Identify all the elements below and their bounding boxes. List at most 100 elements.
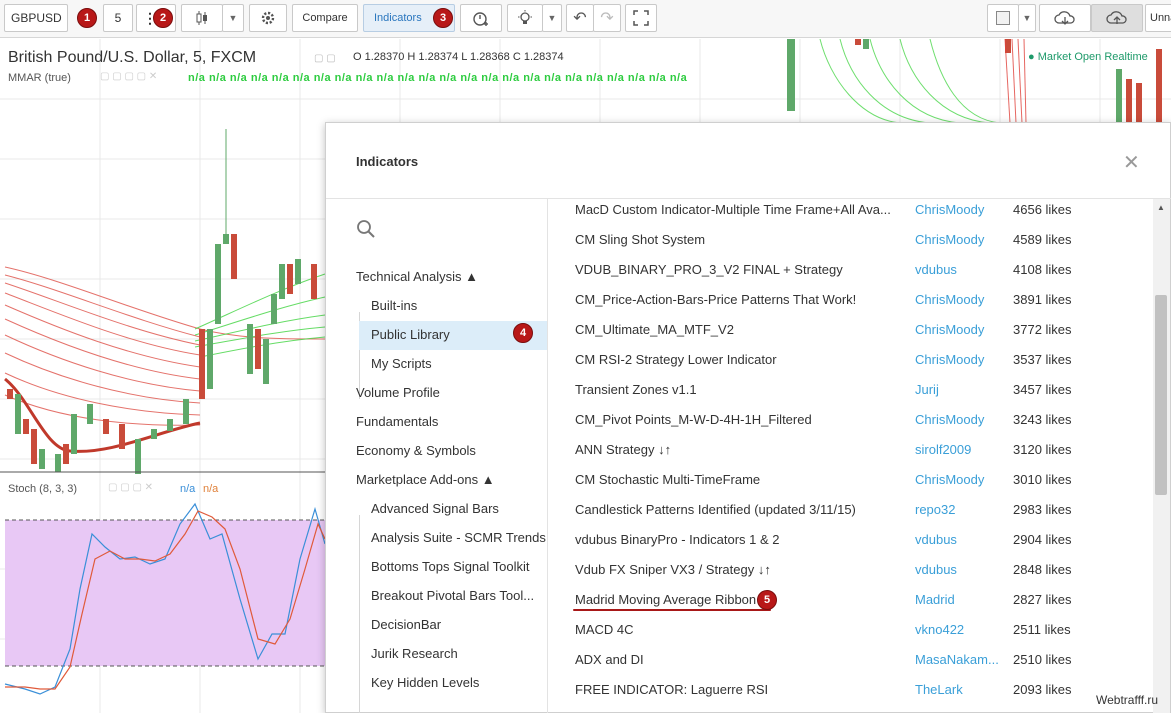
indicator-name[interactable]: MACD 4C bbox=[575, 622, 634, 637]
close-icon[interactable]: ✕ bbox=[1123, 150, 1140, 175]
mmar-controls-icons[interactable]: ▢ ▢ ▢ ▢ ✕ bbox=[100, 71, 157, 82]
list-item[interactable]: ADX and DI MasaNakam... 2510 likes bbox=[549, 649, 1153, 679]
nav-economy-symbols[interactable]: Economy & Symbols bbox=[356, 443, 476, 458]
list-item[interactable]: MacD Custom Indicator-Multiple Time Fram… bbox=[549, 199, 1153, 229]
layout-button[interactable] bbox=[987, 4, 1019, 32]
scrollbar-thumb[interactable] bbox=[1155, 295, 1167, 495]
list-item[interactable]: CM Sling Shot System ChrisMoody 4589 likes bbox=[549, 229, 1153, 259]
symbol-input[interactable]: GBPUSD bbox=[4, 4, 68, 32]
nav-fundamentals[interactable]: Fundamentals bbox=[356, 414, 438, 429]
nav-marketplace-addons[interactable]: Marketplace Add-ons ▲ bbox=[356, 472, 495, 487]
indicator-name[interactable]: CM_Pivot Points_M-W-D-4H-1H_Filtered bbox=[575, 412, 812, 427]
nav-bottoms-tops[interactable]: Bottoms Tops Signal Toolkit bbox=[371, 559, 530, 574]
ideas-dropdown[interactable]: ▼ bbox=[542, 4, 562, 32]
user-menu-button[interactable]: Unna bbox=[1145, 4, 1171, 32]
undo-button[interactable]: ↶ bbox=[566, 4, 594, 32]
list-item[interactable]: MACD 4C vkno422 2511 likes bbox=[549, 619, 1153, 649]
indicator-author[interactable]: ChrisMoody bbox=[915, 292, 984, 307]
indicator-author[interactable]: Madrid bbox=[915, 592, 955, 607]
list-item[interactable]: Vdub FX Sniper VX3 / Strategy ↓↑ vdubus 28… bbox=[549, 559, 1153, 589]
indicator-author[interactable]: ChrisMoody bbox=[915, 232, 984, 247]
stoch-controls-icons[interactable]: ▢ ▢ ▢ ✕ bbox=[108, 482, 153, 493]
fullscreen-button[interactable] bbox=[625, 4, 657, 32]
load-button[interactable] bbox=[1039, 4, 1091, 32]
interval-button[interactable]: 5 bbox=[103, 4, 133, 32]
save-button[interactable] bbox=[1091, 4, 1143, 32]
gear-icon bbox=[261, 11, 275, 25]
list-item[interactable]: CM_Ultimate_MA_MTF_V2 ChrisMoody 3772 like… bbox=[549, 319, 1153, 349]
list-item[interactable]: vdubus BinaryPro - Indicators 1 & 2 vdubu… bbox=[549, 529, 1153, 559]
watermark-text: Webtrafff.ru bbox=[1096, 693, 1159, 707]
indicator-author[interactable]: ChrisMoody bbox=[915, 472, 984, 487]
list-item[interactable]: CM_Price-Action-Bars-Price Patterns That… bbox=[549, 289, 1153, 319]
list-item[interactable]: Transient Zones v1.1 Jurij 3457 likes bbox=[549, 379, 1153, 409]
list-item[interactable]: CM RSI-2 Strategy Lower Indicator ChrisMo… bbox=[549, 349, 1153, 379]
indicator-name[interactable]: MacD Custom Indicator-Multiple Time Fram… bbox=[575, 202, 891, 217]
indicator-author[interactable]: vkno422 bbox=[915, 622, 964, 637]
nav-decisionbar[interactable]: DecisionBar bbox=[371, 617, 441, 632]
indicator-author[interactable]: sirolf2009 bbox=[915, 442, 971, 457]
indicator-author[interactable]: ChrisMoody bbox=[915, 322, 984, 337]
indicator-author[interactable]: repo32 bbox=[915, 502, 955, 517]
indicator-author[interactable]: vdubus bbox=[915, 532, 957, 547]
nav-analysis-suite[interactable]: Analysis Suite - SCMR Trends bbox=[371, 530, 546, 545]
indicator-author[interactable]: ChrisMoody bbox=[915, 412, 984, 427]
nav-built-ins[interactable]: Built-ins bbox=[371, 298, 417, 313]
indicator-name[interactable]: Transient Zones v1.1 bbox=[575, 382, 697, 397]
indicator-name[interactable]: CM Stochastic Multi-TimeFrame bbox=[575, 472, 760, 487]
indicator-author[interactable]: vdubus bbox=[915, 262, 957, 277]
indicator-name[interactable]: Vdub FX Sniper VX3 / Strategy ↓↑ bbox=[575, 562, 771, 577]
list-scrollbar[interactable]: ▲ bbox=[1153, 199, 1170, 713]
indicator-author[interactable]: MasaNakam... bbox=[915, 652, 999, 667]
list-item[interactable]: CM Stochastic Multi-TimeFrame ChrisMoody 3… bbox=[549, 469, 1153, 499]
indicator-name[interactable]: vdubus BinaryPro - Indicators 1 & 2 bbox=[575, 532, 780, 547]
indicator-name[interactable]: CM Sling Shot System bbox=[575, 232, 705, 247]
nav-public-library[interactable]: Public Library bbox=[371, 327, 450, 342]
indicator-author[interactable]: vdubus bbox=[915, 562, 957, 577]
ideas-button[interactable] bbox=[507, 4, 543, 32]
nav-volume-profile[interactable]: Volume Profile bbox=[356, 385, 440, 400]
chart-style-dropdown[interactable]: ▼ bbox=[222, 4, 244, 32]
list-item[interactable]: Candlestick Patterns Identified (updated… bbox=[549, 499, 1153, 529]
nav-advanced-signal-bars[interactable]: Advanced Signal Bars bbox=[371, 501, 499, 516]
alarm-clock-icon bbox=[473, 12, 488, 26]
nav-key-hidden-levels[interactable]: Key Hidden Levels bbox=[371, 675, 479, 690]
list-item[interactable]: CM_Pivot Points_M-W-D-4H-1H_Filtered Chri… bbox=[549, 409, 1153, 439]
indicator-name[interactable]: CM_Price-Action-Bars-Price Patterns That… bbox=[575, 292, 856, 307]
stoch-indicator-label[interactable]: Stoch (8, 3, 3) bbox=[8, 483, 77, 495]
nav-jurik-research[interactable]: Jurik Research bbox=[371, 646, 458, 661]
mmar-indicator-label[interactable]: MMAR (true) bbox=[8, 72, 71, 84]
indicator-author[interactable]: Jurij bbox=[915, 382, 939, 397]
nav-technical-analysis[interactable]: Technical Analysis ▲ bbox=[356, 269, 478, 284]
indicator-name[interactable]: VDUB_BINARY_PRO_3_V2 FINAL + Strategy bbox=[575, 262, 843, 277]
indicator-name[interactable]: FREE INDICATOR: Laguerre RSI bbox=[575, 682, 768, 697]
redo-button[interactable]: ↷ bbox=[593, 4, 621, 32]
indicator-author[interactable]: TheLark bbox=[915, 682, 963, 697]
nav-breakout-pivotal[interactable]: Breakout Pivotal Bars Tool... bbox=[371, 588, 534, 603]
indicator-name[interactable]: CM RSI-2 Strategy Lower Indicator bbox=[575, 352, 777, 367]
indicator-author[interactable]: ChrisMoody bbox=[915, 352, 984, 367]
indicator-name[interactable]: Candlestick Patterns Identified (updated… bbox=[575, 502, 856, 517]
indicator-name[interactable]: ANN Strategy ↓↑ bbox=[575, 442, 671, 457]
list-item[interactable]: ANN Strategy ↓↑ sirolf2009 3120 likes bbox=[549, 439, 1153, 469]
dialog-title: Indicators bbox=[356, 154, 419, 169]
indicator-author[interactable]: ChrisMoody bbox=[915, 202, 984, 217]
list-item[interactable]: VDUB_BINARY_PRO_3_V2 FINAL + Strategy vdu… bbox=[549, 259, 1153, 289]
indicator-name[interactable]: Madrid Moving Average Ribbon bbox=[575, 592, 756, 607]
indicator-name[interactable]: CM_Ultimate_MA_MTF_V2 bbox=[575, 322, 734, 337]
list-item-highlighted[interactable]: Madrid Moving Average Ribbon Madrid 2827… bbox=[549, 589, 1153, 619]
indicator-likes: 3243 likes bbox=[1013, 412, 1072, 427]
nav-my-scripts[interactable]: My Scripts bbox=[371, 356, 432, 371]
indicator-name[interactable]: ADX and DI bbox=[575, 652, 644, 667]
compare-button[interactable]: Compare bbox=[292, 4, 358, 32]
indicator-likes: 4589 likes bbox=[1013, 232, 1072, 247]
chart-settings-icons[interactable]: ▢ ▢ bbox=[314, 53, 336, 64]
indicator-likes: 3120 likes bbox=[1013, 442, 1072, 457]
scroll-up-icon[interactable]: ▲ bbox=[1157, 203, 1165, 212]
list-item[interactable]: FREE INDICATOR: Laguerre RSI TheLark 2093 … bbox=[549, 679, 1153, 709]
alert-button[interactable] bbox=[460, 4, 502, 32]
chart-style-button[interactable] bbox=[181, 4, 223, 32]
settings-button[interactable] bbox=[249, 4, 287, 32]
search-icon[interactable] bbox=[356, 219, 376, 239]
layout-dropdown[interactable]: ▼ bbox=[1018, 4, 1036, 32]
